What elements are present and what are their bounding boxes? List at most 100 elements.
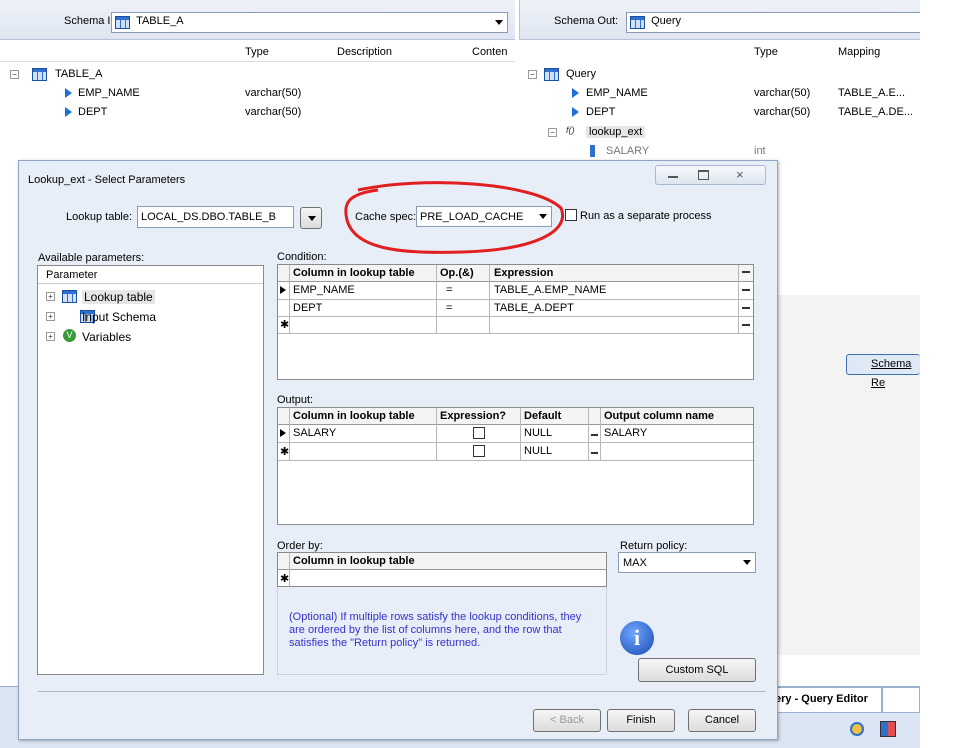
return-policy-select[interactable]: MAX [618, 552, 756, 573]
chevron-down-icon [308, 216, 316, 221]
schema-out-select[interactable]: Query [626, 12, 920, 33]
schema-in-column-headers: Type Description Conten [0, 42, 515, 62]
output-name-header: Output column name [604, 410, 714, 422]
parameter-header: Parameter [38, 266, 263, 284]
ellipsis-icon[interactable] [742, 324, 750, 326]
column-mapping: Mapping [838, 46, 881, 58]
minimize-icon[interactable] [668, 176, 678, 178]
finish-button[interactable]: Finish [607, 709, 675, 732]
custom-sql-button[interactable]: Custom SQL [638, 658, 756, 682]
collapse-icon[interactable]: − [10, 70, 19, 79]
order-by-info-text: (Optional) If multiple rows satisfy the … [289, 611, 582, 649]
tree-column[interactable]: EMP_NAME [586, 87, 648, 99]
condition-grid: Column in lookup table Op.(&) Expression… [277, 264, 754, 380]
column-arrow-icon [572, 88, 579, 98]
grid-divider [600, 408, 601, 460]
schema-in-select[interactable]: TABLE_A [111, 12, 508, 33]
highlight-annotation [344, 181, 565, 254]
output-cell[interactable]: NULL [524, 427, 552, 439]
parameters-tree: Parameter + Lookup table + Input Schema … [37, 265, 264, 675]
expand-icon[interactable]: + [46, 312, 55, 321]
dialog-divider [38, 691, 766, 692]
collapse-icon[interactable]: − [528, 70, 537, 79]
new-row-icon: ✱ [280, 573, 290, 585]
tree-column-mapping: TABLE_A.E... [838, 87, 906, 99]
output-cell[interactable]: SALARY [293, 427, 336, 439]
ellipsis-icon[interactable] [742, 307, 750, 309]
close-icon[interactable]: × [736, 167, 744, 182]
validate-icon[interactable] [850, 722, 864, 736]
schema-out-value: Query [651, 15, 682, 27]
grid-row-line [278, 333, 753, 334]
order-by-grid: Column in lookup table ✱ [277, 552, 607, 587]
table-icon [32, 68, 47, 81]
grid-divider [436, 408, 437, 460]
column-description: Description [337, 46, 393, 58]
info-icon: i [620, 621, 654, 655]
condition-cell[interactable]: EMP_NAME [293, 284, 355, 296]
ellipsis-icon[interactable] [742, 289, 750, 291]
tree-column[interactable]: DEPT [78, 106, 107, 118]
tree-column-type: varchar(50) [245, 106, 302, 118]
tree-column-mapping: TABLE_A.DE... [838, 106, 913, 118]
new-row-icon: ✱ [280, 446, 290, 458]
output-label: Output: [277, 394, 314, 406]
column-arrow-icon [65, 88, 72, 98]
output-default-header: Default [524, 410, 562, 422]
ellipsis-icon[interactable] [591, 434, 598, 436]
expand-icon[interactable]: + [46, 332, 55, 341]
maximize-icon[interactable] [698, 170, 709, 180]
column-content: Conten [472, 46, 508, 58]
expand-icon[interactable]: + [46, 292, 55, 301]
collapse-icon[interactable]: − [548, 128, 557, 137]
order-by-header: Column in lookup table [293, 555, 415, 567]
grid-row-line [278, 442, 753, 443]
condition-expr-header: Expression [494, 267, 554, 279]
output-col-header: Column in lookup table [293, 410, 415, 422]
grid-divider [588, 408, 589, 460]
grid-divider [520, 408, 521, 460]
lookup-table-field[interactable]: LOCAL_DS.DBO.TABLE_B [137, 206, 294, 228]
condition-cell[interactable]: DEPT [293, 302, 322, 314]
tree-function[interactable]: lookup_ext [586, 126, 646, 138]
properties-icon[interactable] [880, 721, 896, 737]
condition-cell[interactable]: = [446, 284, 452, 296]
condition-label: Condition: [277, 251, 327, 263]
table-icon [630, 16, 645, 29]
param-item[interactable]: Lookup table [82, 290, 155, 304]
cancel-button[interactable]: Cancel [688, 709, 756, 732]
tree-column-type: int [754, 145, 766, 157]
tree-column[interactable]: DEPT [586, 106, 615, 118]
ellipsis-icon[interactable] [742, 271, 750, 273]
output-cell[interactable]: NULL [524, 445, 552, 457]
background-panel [770, 295, 920, 655]
expression-checkbox[interactable] [473, 427, 485, 439]
schema-remap-button[interactable]: Schema Re [846, 354, 920, 389]
order-by-label: Order by: [277, 540, 323, 552]
condition-col-header: Column in lookup table [293, 267, 415, 279]
output-cell[interactable]: SALARY [604, 427, 647, 439]
tree-column-type: varchar(50) [245, 87, 302, 99]
condition-cell[interactable]: = [446, 302, 452, 314]
row-pointer-icon [280, 286, 286, 294]
condition-cell[interactable]: TABLE_A.EMP_NAME [494, 284, 606, 296]
ellipsis-icon[interactable] [591, 452, 598, 454]
query-editor-tab[interactable]: ery - Query Editor [772, 687, 882, 713]
grid-row-line [278, 316, 753, 317]
expression-checkbox[interactable] [473, 445, 485, 457]
condition-cell[interactable]: TABLE_A.DEPT [494, 302, 574, 314]
lookup-table-dropdown-button[interactable] [300, 207, 322, 229]
schema-out-label: Schema Out: [554, 15, 619, 27]
back-button: < Back [533, 709, 601, 732]
row-pointer-icon [280, 429, 286, 437]
schema-in-tree: − TABLE_A EMP_NAME varchar(50) DEPT varc… [0, 62, 515, 162]
variables-icon: V [63, 329, 76, 342]
tree-table-name: TABLE_A [55, 68, 103, 80]
tree-column[interactable]: EMP_NAME [78, 87, 140, 99]
tree-column[interactable]: SALARY [606, 145, 649, 157]
param-item[interactable]: Variables [82, 330, 131, 344]
key-column-icon [590, 145, 595, 157]
param-item[interactable]: Input Schema [82, 310, 156, 324]
back-label: < Back [550, 714, 584, 726]
table-icon [544, 68, 559, 81]
